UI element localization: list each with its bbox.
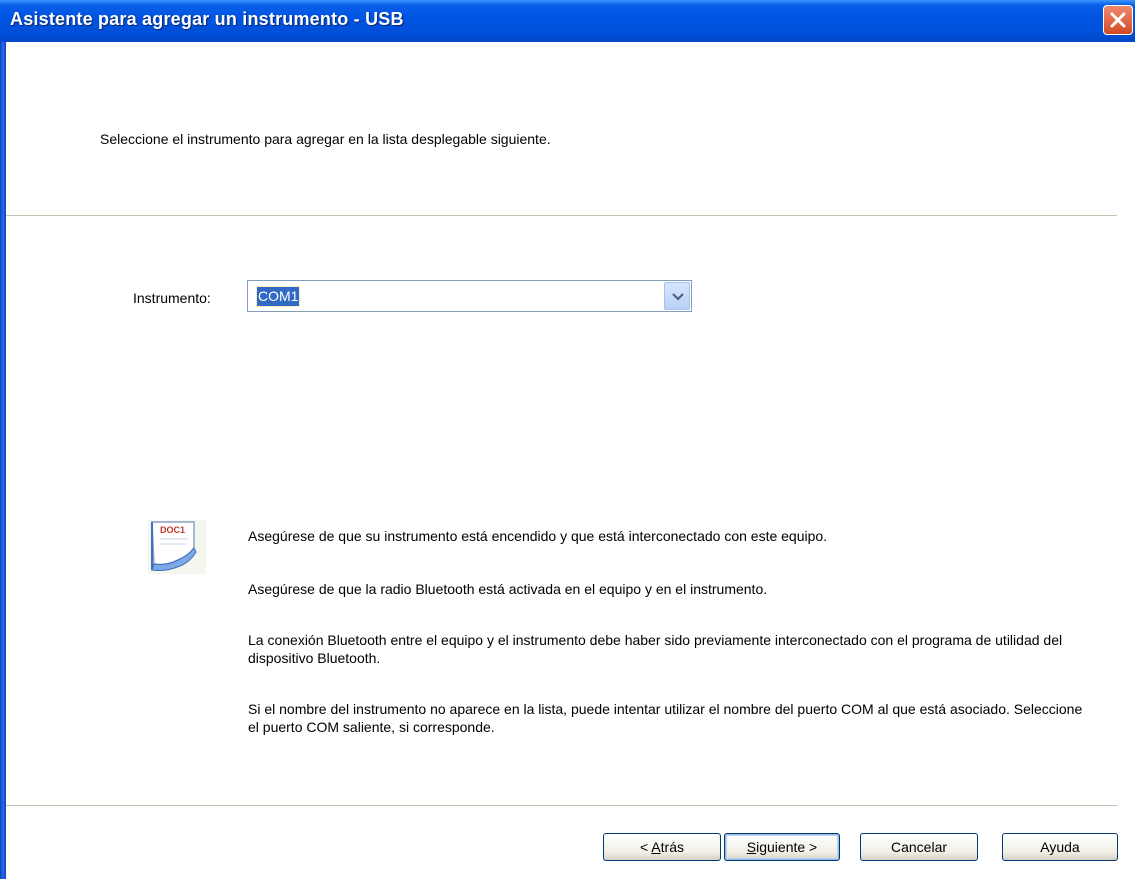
help-button[interactable]: Ayuda [1002,833,1118,861]
window-title: Asistente para agregar un instrumento - … [10,9,404,29]
chevron-down-icon [672,293,684,301]
doc-icon: DOC1 [148,520,206,574]
header-divider [6,215,1117,217]
back-button-rest: trás [660,839,684,855]
dropdown-button[interactable] [664,282,690,310]
back-button[interactable]: < Atrás [603,833,721,861]
close-button[interactable] [1103,5,1133,35]
back-button-prefix: < [640,839,652,855]
cancel-button[interactable]: Cancelar [860,833,978,861]
instrument-selected-value: COM1 [255,286,301,307]
info-text-3: La conexión Bluetooth entre el equipo y … [248,632,1063,666]
doc-icon-label: DOC1 [160,525,185,535]
instrument-dropdown[interactable]: COM1 [247,280,692,312]
info-text-4: Si el nombre del instrumento no aparece … [248,701,1083,735]
instruction-text: Seleccione el instrumento para agregar e… [100,131,551,147]
info-text-2: Asegúrese de que la radio Bluetooth está… [248,581,768,597]
title-bar[interactable]: Asistente para agregar un instrumento - … [0,0,1135,42]
info-text-1: Asegúrese de que su instrumento está enc… [248,528,828,544]
wizard-panel [6,42,1135,879]
instrument-label: Instrumento: [133,290,211,306]
next-button-accel: S [746,839,757,855]
next-button[interactable]: Siguiente > [724,833,840,861]
back-button-accel: A [651,839,661,855]
close-icon [1110,12,1126,28]
footer-divider [6,805,1117,807]
next-button-rest: iguiente > [756,839,818,855]
